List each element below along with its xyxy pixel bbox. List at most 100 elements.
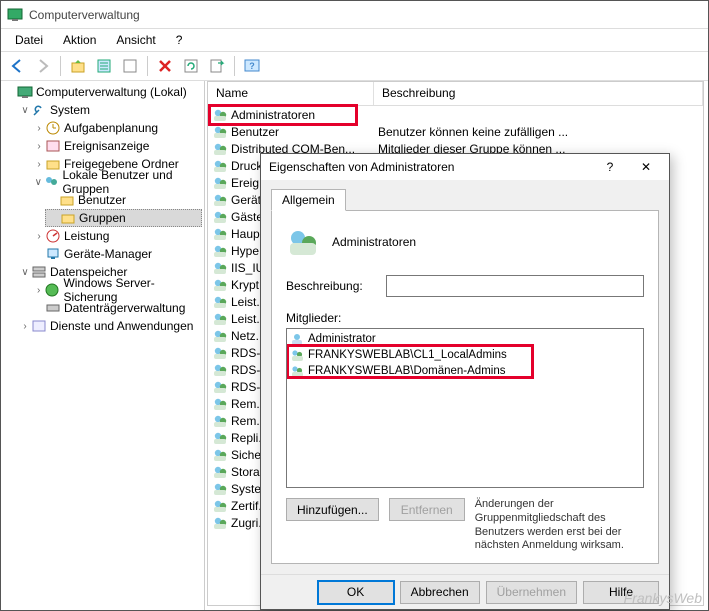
group-icon — [212, 345, 228, 361]
apply-button[interactable]: Übernehmen — [486, 581, 577, 604]
expand-icon[interactable]: › — [33, 141, 45, 152]
group-icon — [212, 362, 228, 378]
help-button[interactable]: ? — [240, 54, 264, 78]
member-name: FRANKYSWEBLAB\Domänen-Admins — [308, 365, 505, 377]
group-icon — [212, 209, 228, 225]
desc-input[interactable] — [386, 275, 644, 297]
group-icon — [212, 158, 228, 174]
group-icon — [212, 260, 228, 276]
group-icon — [289, 363, 305, 379]
tabstrip: Allgemein — [271, 189, 659, 211]
column-name[interactable]: Name — [208, 82, 374, 105]
ok-button[interactable]: OK — [318, 581, 394, 604]
membership-note: Änderungen der Gruppenmitgliedschaft des… — [475, 498, 644, 553]
menubar: Datei Aktion Ansicht ? — [1, 29, 708, 51]
menu-view[interactable]: Ansicht — [108, 31, 163, 49]
group-icon — [289, 347, 305, 363]
list-header: Name Beschreibung — [208, 82, 703, 106]
properties-button[interactable] — [92, 54, 116, 78]
member-row[interactable]: FRANKYSWEBLAB\CL1_LocalAdmins — [289, 347, 641, 363]
app-icon — [7, 7, 23, 23]
group-icon — [212, 243, 228, 259]
dialog-close-button[interactable]: ✕ — [631, 160, 661, 174]
folder-icon — [59, 192, 75, 208]
member-row[interactable]: Administrator — [289, 331, 641, 347]
dialog-titlebar[interactable]: Eigenschaften von Administratoren ? ✕ — [261, 154, 669, 180]
folder-icon — [60, 210, 76, 226]
member-row[interactable]: FRANKYSWEBLAB\Domänen-Admins — [289, 363, 641, 379]
window-titlebar: Computerverwaltung — [1, 1, 708, 29]
expand-icon[interactable]: › — [33, 159, 45, 170]
services-icon — [31, 318, 47, 334]
storage-icon — [31, 264, 47, 280]
group-icon — [212, 311, 228, 327]
expand-icon[interactable]: › — [19, 321, 31, 332]
group-icon — [212, 226, 228, 242]
tree-system[interactable]: ∨ System — [17, 101, 202, 119]
tree-task-scheduler[interactable]: › Aufgabenplanung — [31, 119, 202, 137]
dialog-help-button[interactable]: ? — [595, 160, 625, 174]
tree-performance[interactable]: › Leistung — [31, 227, 202, 245]
tree-services[interactable]: › Dienste und Anwendungen — [17, 317, 202, 335]
toolbar: ? — [1, 51, 708, 81]
group-icon — [212, 192, 228, 208]
export-list-button[interactable] — [205, 54, 229, 78]
cancel-button[interactable]: Abbrechen — [400, 581, 480, 604]
users-icon — [43, 174, 59, 190]
back-button[interactable] — [5, 54, 29, 78]
menu-action[interactable]: Aktion — [55, 31, 104, 49]
clock-icon — [45, 120, 61, 136]
group-icon — [212, 515, 228, 531]
group-icon — [212, 481, 228, 497]
expand-icon[interactable]: ∨ — [19, 105, 31, 116]
group-icon — [212, 175, 228, 191]
watermark: FrankysWeb — [624, 590, 702, 606]
list-row[interactable]: Administratoren — [208, 106, 703, 123]
menu-file[interactable]: Datei — [7, 31, 51, 49]
tab-general[interactable]: Allgemein — [271, 189, 346, 211]
expand-icon[interactable]: ∨ — [33, 177, 43, 188]
group-icon — [212, 396, 228, 412]
dialog-title: Eigenschaften von Administratoren — [269, 160, 454, 174]
tree-event-viewer[interactable]: › Ereignisanzeige — [31, 137, 202, 155]
tree-pane[interactable]: Computerverwaltung (Lokal) ∨ System › Au… — [1, 81, 205, 610]
group-icon — [212, 447, 228, 463]
expand-icon[interactable]: › — [33, 231, 45, 242]
remove-button[interactable]: Entfernen — [389, 498, 465, 521]
group-icon — [212, 124, 228, 140]
member-name: Administrator — [308, 333, 376, 345]
tree-wsb[interactable]: › Windows Server-Sicherung — [31, 281, 202, 299]
group-icon — [212, 379, 228, 395]
group-icon — [212, 294, 228, 310]
menu-help[interactable]: ? — [168, 31, 191, 49]
event-icon — [45, 138, 61, 154]
group-icon — [212, 430, 228, 446]
delete-button[interactable] — [153, 54, 177, 78]
svg-text:?: ? — [249, 61, 255, 71]
add-button[interactable]: Hinzufügen... — [286, 498, 379, 521]
tree-root[interactable]: Computerverwaltung (Lokal) — [3, 83, 202, 101]
up-button[interactable] — [66, 54, 90, 78]
list-row[interactable]: BenutzerBenutzer können keine zufälligen… — [208, 123, 703, 140]
properties-dialog: Eigenschaften von Administratoren ? ✕ Al… — [260, 153, 670, 610]
group-icon — [212, 498, 228, 514]
backup-icon — [44, 282, 60, 298]
export-button[interactable] — [118, 54, 142, 78]
device-mgr-icon — [45, 246, 61, 262]
shared-folder-icon — [45, 156, 61, 172]
refresh-button[interactable] — [179, 54, 203, 78]
expand-icon[interactable]: › — [33, 285, 44, 296]
tree-disk-mgmt[interactable]: Datenträgerverwaltung — [31, 299, 202, 317]
members-label: Mitglieder: — [286, 311, 644, 325]
expand-icon[interactable]: › — [33, 123, 45, 134]
group-icon — [212, 464, 228, 480]
group-icon — [212, 141, 228, 157]
expand-icon[interactable]: ∨ — [19, 267, 31, 278]
forward-button[interactable] — [31, 54, 55, 78]
tree-groups[interactable]: Gruppen — [45, 209, 202, 227]
column-description[interactable]: Beschreibung — [374, 82, 703, 105]
members-listbox[interactable]: Administrator FRANKYSWEBLAB\CL1_LocalAdmi… — [286, 328, 644, 488]
tree-device-manager[interactable]: Geräte-Manager — [31, 245, 202, 263]
tree-local-users[interactable]: ∨ Lokale Benutzer und Gruppen — [31, 173, 202, 191]
group-icon — [212, 107, 228, 123]
